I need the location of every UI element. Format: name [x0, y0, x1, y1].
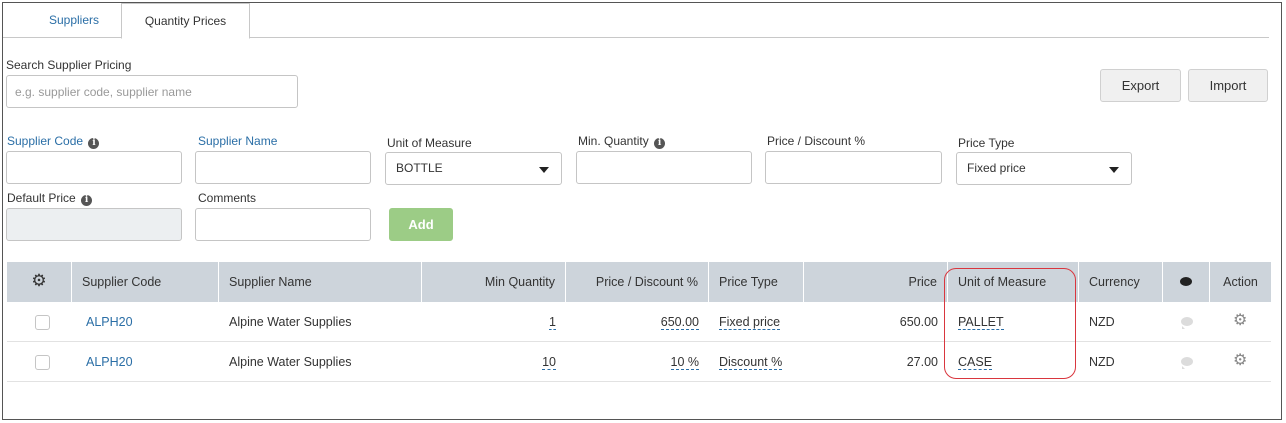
header-supplier-name[interactable]: Supplier Name: [219, 262, 422, 302]
cell-currency: NZD: [1089, 315, 1115, 329]
table-row[interactable]: ALPH20 Alpine Water Supplies 1 650.00 Fi…: [7, 302, 1271, 342]
cell-price: 650.00: [899, 315, 938, 329]
comment-icon[interactable]: [1181, 317, 1193, 329]
min-quantity-label: Min. Quantity i: [578, 134, 666, 149]
price-discount-input[interactable]: [765, 151, 942, 184]
comment-icon: [1180, 277, 1192, 286]
cell-supplier-code[interactable]: ALPH20: [76, 302, 143, 342]
cell-currency: NZD: [1089, 355, 1115, 369]
add-button[interactable]: Add: [389, 208, 453, 241]
supplier-code-input[interactable]: [6, 151, 182, 184]
supplier-name-input[interactable]: [195, 151, 371, 184]
cell-price-type[interactable]: Discount %: [709, 342, 792, 382]
chevron-down-icon: [1109, 167, 1119, 173]
comments-input[interactable]: [195, 208, 371, 241]
gear-icon[interactable]: ⚙: [1233, 353, 1247, 369]
cell-price: 27.00: [906, 355, 938, 369]
header-price-type[interactable]: Price Type: [709, 262, 804, 302]
cell-price-discount[interactable]: 10 %: [566, 342, 709, 382]
import-button[interactable]: Import: [1188, 69, 1268, 102]
header-price-discount[interactable]: Price / Discount %: [566, 262, 709, 302]
chevron-down-icon: [539, 167, 549, 173]
header-min-quantity[interactable]: Min Quantity: [422, 262, 566, 302]
header-action: Action: [1223, 275, 1258, 289]
tab-suppliers[interactable]: Suppliers: [28, 3, 120, 38]
info-icon: i: [88, 138, 100, 149]
cell-supplier-name: Alpine Water Supplies: [229, 315, 352, 329]
header-currency[interactable]: Currency: [1079, 262, 1163, 302]
cell-min-quantity[interactable]: 1: [422, 302, 566, 342]
supplier-name-label: Supplier Name: [198, 134, 278, 148]
export-button[interactable]: Export: [1100, 69, 1181, 102]
gear-icon[interactable]: ⚙: [31, 271, 46, 290]
comment-icon[interactable]: [1181, 357, 1193, 369]
default-price-label: Default Price i: [7, 191, 93, 206]
cell-supplier-name: Alpine Water Supplies: [229, 355, 352, 369]
cell-price-type[interactable]: Fixed price: [709, 302, 790, 342]
row-checkbox[interactable]: [35, 315, 50, 330]
header-supplier-code[interactable]: Supplier Code: [72, 262, 219, 302]
default-price-input: [6, 208, 182, 241]
uom-label: Unit of Measure: [387, 136, 472, 150]
supplier-code-label: Supplier Code i: [7, 134, 100, 149]
row-checkbox[interactable]: [35, 355, 50, 370]
price-type-selected-value: Fixed price: [967, 161, 1026, 175]
cell-price-discount[interactable]: 650.00: [566, 302, 709, 342]
table-header: ⚙ Supplier Code Supplier Name Min Quanti…: [7, 262, 1271, 302]
gear-icon[interactable]: ⚙: [1233, 313, 1247, 329]
search-label: Search Supplier Pricing: [6, 58, 132, 72]
cell-min-quantity[interactable]: 10: [422, 342, 566, 382]
price-discount-label: Price / Discount %: [767, 134, 866, 148]
tab-bar: Suppliers Quantity Prices: [3, 3, 1269, 39]
table-row[interactable]: ALPH20 Alpine Water Supplies 10 10 % Dis…: [7, 342, 1271, 382]
comments-label: Comments: [198, 191, 257, 205]
settings-column[interactable]: ⚙: [7, 262, 72, 302]
cell-supplier-code[interactable]: ALPH20: [76, 342, 143, 382]
info-icon: i: [81, 195, 93, 206]
price-type-select[interactable]: Fixed price: [956, 152, 1132, 185]
uom-select[interactable]: BOTTLE: [385, 152, 562, 185]
header-price[interactable]: Price: [804, 262, 948, 302]
header-comments: [1163, 262, 1210, 302]
unit-of-measure-highlight: [944, 268, 1076, 379]
min-quantity-input[interactable]: [576, 151, 752, 184]
tab-quantity-prices[interactable]: Quantity Prices: [121, 3, 250, 39]
uom-selected-value: BOTTLE: [396, 161, 443, 175]
info-icon: i: [654, 138, 666, 149]
quantity-prices-panel: Suppliers Quantity Prices Search Supplie…: [2, 2, 1282, 420]
price-type-label: Price Type: [958, 136, 1015, 150]
search-input[interactable]: [6, 75, 298, 108]
